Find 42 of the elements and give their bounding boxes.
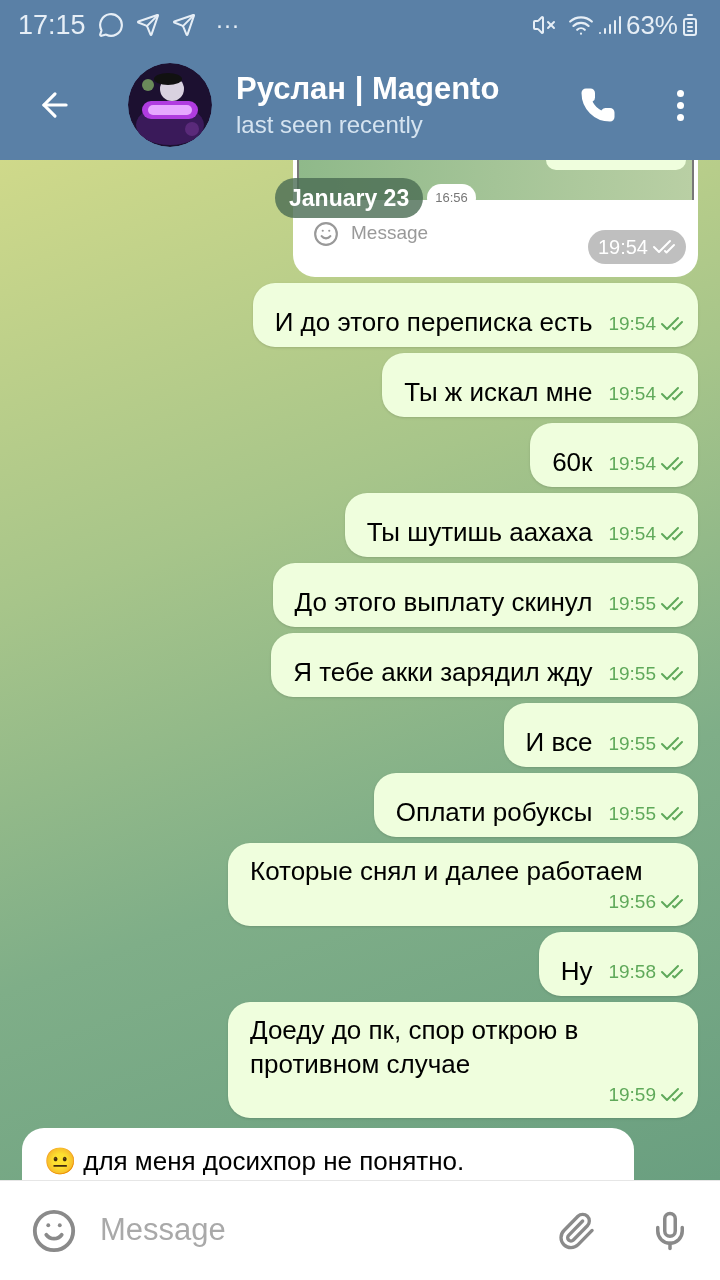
message-time: 19:54 <box>608 451 656 476</box>
message-time: 19:54 <box>597 235 648 260</box>
smile-icon <box>31 1207 77 1254</box>
message-time: 19:54 <box>608 521 656 546</box>
message-text: Ну <box>560 954 593 988</box>
message-time: 19:59 <box>608 1082 656 1107</box>
message-text: 60к <box>552 446 593 479</box>
paper-plane-icon <box>171 13 196 37</box>
paperclip-icon <box>556 1210 596 1251</box>
message-text: Доеду до пк, спор открою в противном случае <box>250 1013 580 1081</box>
message-input[interactable]: Message <box>100 1207 554 1254</box>
signal-icon <box>597 13 622 37</box>
message-time: 19:55 <box>608 731 656 756</box>
chat-status: last seen recently <box>236 110 424 140</box>
battery-level: 63% <box>625 8 678 42</box>
message-text: И все <box>525 726 593 759</box>
message-text: Которые снял и далее работаем <box>250 855 643 888</box>
message-time: 19:58 <box>608 960 656 984</box>
message-time: 19:54 <box>608 311 656 336</box>
message-text: Ты ж искал мне <box>404 376 593 409</box>
mute-icon <box>531 13 556 37</box>
message-time: 19:55 <box>608 591 656 616</box>
message-text: До этого выплату скинул <box>294 586 593 619</box>
phone-icon <box>580 87 616 123</box>
message-time: 19:56 <box>608 890 656 914</box>
message-time: 19:55 <box>608 801 656 826</box>
message-text: Оплати робуксы <box>395 796 593 829</box>
message-text: Ты шутишь аахаха <box>366 516 593 549</box>
menu-icon <box>676 89 684 121</box>
inner-message-placeholder: Message <box>351 221 429 246</box>
smile-icon <box>313 220 339 247</box>
chat-bubble-icon <box>97 12 124 38</box>
status-time: 17:15 <box>18 8 86 42</box>
message-time: 19:54 <box>608 381 656 406</box>
paper-plane-icon <box>135 13 160 37</box>
message-time: 19:55 <box>608 661 656 686</box>
more-notifications: ··· <box>215 10 240 40</box>
date-pill: January 23 <box>275 178 424 218</box>
message-text: Я тебе акки зарядил жду <box>293 656 593 689</box>
message-text: И до этого переписка есть <box>274 306 593 339</box>
message-text: 😐 для меня досихпор не понятно. <box>44 1146 465 1176</box>
chat-title: Руслан | Magento <box>236 70 501 108</box>
